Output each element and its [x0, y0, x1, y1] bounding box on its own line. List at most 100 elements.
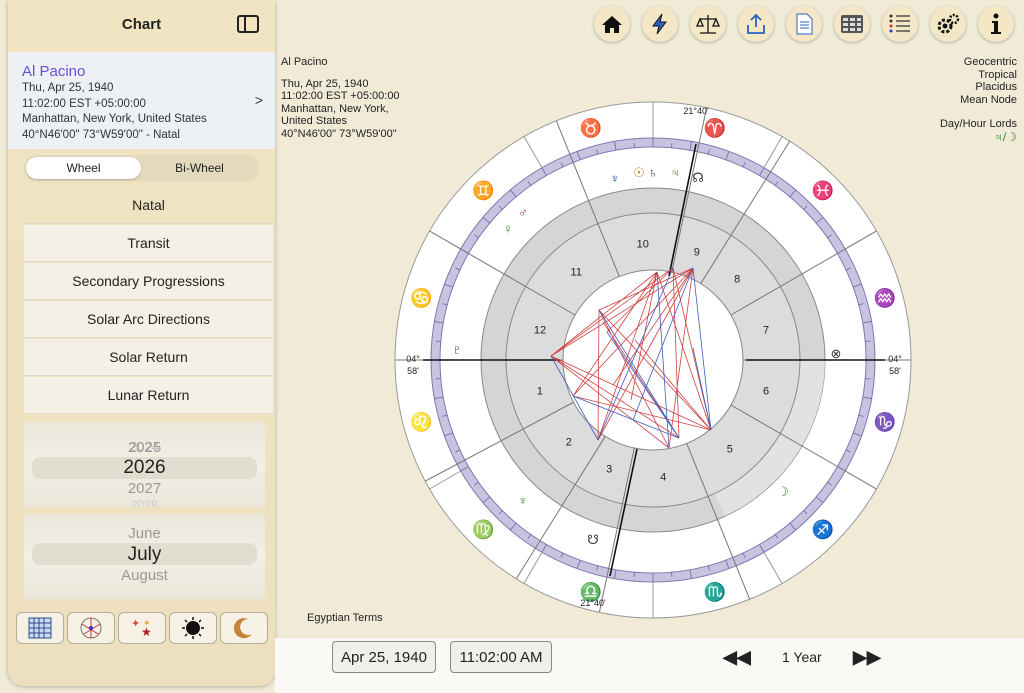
info-button[interactable] — [978, 6, 1014, 42]
asc-degree: 04° — [406, 354, 420, 364]
aspect-pattern-button[interactable] — [67, 612, 115, 644]
house-number: 2 — [566, 436, 572, 448]
jupiter-glyph: ♃ — [670, 165, 680, 180]
pluto-glyph: ♇ — [452, 342, 462, 357]
menu-solar-return[interactable]: Solar Return — [24, 339, 273, 376]
quick-button[interactable] — [642, 6, 678, 42]
zodiac-sign-glyph: ♑ — [874, 411, 896, 432]
year-option: 2028 — [131, 498, 158, 507]
svg-text:✶: ✶ — [143, 618, 151, 628]
stars-icon: ✦★✶ — [131, 618, 152, 639]
menu-natal[interactable]: Natal — [24, 187, 273, 224]
chart-info-place: Manhattan, New York, — [281, 102, 389, 115]
aspect-pattern-icon — [80, 617, 102, 639]
sun-glyph: ☉ — [633, 165, 645, 180]
moon-icon — [233, 618, 252, 639]
chart-info-place2: United States — [281, 115, 348, 127]
report-button[interactable] — [786, 6, 822, 42]
zodiac-sign-glyph: ♐ — [811, 519, 833, 540]
settings-button[interactable] — [930, 6, 966, 42]
chart-info-coords: 40°N46'00" 73°W59'00" — [281, 127, 397, 140]
step-interval[interactable]: 1 Year — [782, 649, 822, 665]
balance-scale-icon — [696, 15, 720, 34]
chart-info-date: Thu, Apr 25, 1940 — [281, 77, 369, 90]
person-card[interactable]: Al Pacino Thu, Apr 25, 1940 11:02:00 EST… — [8, 52, 275, 149]
asc-minute: 58' — [407, 366, 419, 376]
year-picker[interactable]: 2024 2025 2026 2027 2028 — [24, 422, 265, 507]
dsc-degree: 04° — [888, 354, 902, 364]
house-number: 1 — [537, 385, 543, 397]
month-picker[interactable]: June July August — [24, 514, 265, 599]
setting-node: Mean Node — [960, 93, 1017, 106]
svg-text:✦: ✦ — [131, 618, 140, 630]
zodiac-sign-glyph: ♓ — [811, 179, 833, 200]
list-button[interactable] — [882, 6, 918, 42]
share-button[interactable] — [738, 6, 774, 42]
chart-info: Al Pacino Thu, Apr 25, 1940 11:02:00 EST… — [281, 56, 400, 140]
menu-secondary-progressions[interactable]: Secondary Progressions — [24, 263, 273, 300]
step-forward-icon[interactable]: ▶▶ — [853, 647, 881, 668]
date-field[interactable]: Apr 25, 1940 — [332, 641, 436, 673]
home-button[interactable] — [594, 6, 630, 42]
compare-button[interactable] — [690, 6, 726, 42]
mars-glyph: ♂ — [518, 205, 528, 220]
house-number: 6 — [763, 385, 769, 397]
zodiac-sign-glyph: ♈ — [704, 117, 726, 138]
house-number: 10 — [637, 238, 649, 250]
chart-settings: Geocentric Tropical Placidus Mean Node D… — [940, 56, 1017, 143]
upload-icon — [747, 13, 765, 34]
person-date: Thu, Apr 25, 1940 — [22, 82, 114, 94]
time-field[interactable]: 11:02:00 AM — [450, 641, 552, 673]
month-option: June — [128, 525, 161, 542]
document-icon — [796, 13, 813, 35]
setting-house-system: Placidus — [975, 81, 1017, 93]
grid-chart-button[interactable] — [16, 612, 64, 644]
month-option: August — [121, 567, 168, 584]
menu-transit[interactable]: Transit — [24, 225, 273, 262]
menu-lunar-return[interactable]: Lunar Return — [24, 377, 273, 414]
south-node-glyph: ☋ — [587, 532, 599, 547]
year-selected: 2026 — [123, 457, 166, 478]
info-icon — [991, 13, 1001, 34]
segment-bi-wheel[interactable]: Bi-Wheel — [142, 157, 257, 179]
lords-value: ♃/☽ — [993, 129, 1017, 144]
setting-tropical: Tropical — [978, 68, 1017, 81]
zodiac-sign-glyph: ♍ — [472, 519, 494, 540]
zodiac-sign-glyph: ♏ — [704, 581, 726, 602]
lords-label: Day/Hour Lords — [939, 118, 1017, 130]
house-number: 12 — [534, 325, 546, 337]
stars-button[interactable]: ✦ ★ ✶ — [118, 612, 166, 644]
part-of-fortune-glyph: ⊗ — [831, 346, 842, 361]
sidebar-title: Chart — [121, 16, 162, 33]
house-number: 5 — [727, 443, 733, 455]
table-button[interactable] — [834, 6, 870, 42]
setting-geocentric: Geocentric — [963, 56, 1017, 68]
chart-wheel[interactable]: 123456789101112 ♈♉♊♋♌♍♎ ♏♐♑♒♓ ♆ ☉ ♄ ♃ ☊ ♂… — [393, 100, 913, 620]
zodiac-sign-glyph: ♉ — [580, 117, 602, 138]
venus-glyph: ♀ — [503, 221, 513, 236]
chevron-right-icon: > — [254, 92, 263, 108]
moon-glyph: ☽ — [777, 484, 789, 499]
zodiac-sign-glyph: ♌ — [410, 411, 432, 432]
chart-info-time: 11:02:00 EST +05:00:00 — [281, 90, 400, 102]
segment-wheel[interactable]: Wheel — [26, 157, 141, 179]
main-area: Chart Al Pacino Thu, Apr 25, 1940 11:02:… — [0, 0, 1024, 693]
saturn-glyph: ♄ — [648, 165, 658, 180]
house-number: 4 — [660, 472, 666, 484]
house-number: 7 — [763, 325, 769, 337]
node-glyph: ☊ — [692, 170, 704, 185]
neptune-glyph: ♆ — [610, 171, 620, 186]
sidebar-toggle-icon[interactable] — [237, 15, 259, 33]
list-icon — [889, 14, 910, 33]
step-back-icon[interactable]: ◀◀ — [723, 647, 751, 668]
year-option: 2027 — [127, 480, 162, 497]
neptune-lower-glyph: ♆ — [518, 493, 528, 508]
eclipse-button[interactable] — [169, 612, 217, 644]
grid-icon — [28, 617, 52, 639]
dsc-minute: 58' — [889, 366, 901, 376]
moon-phase-button[interactable] — [220, 612, 268, 644]
terms-label: Egyptian Terms — [307, 612, 383, 624]
zodiac-sign-glyph: ♊ — [472, 179, 494, 200]
house-number: 9 — [694, 247, 700, 259]
menu-solar-arc-directions[interactable]: Solar Arc Directions — [24, 301, 273, 338]
